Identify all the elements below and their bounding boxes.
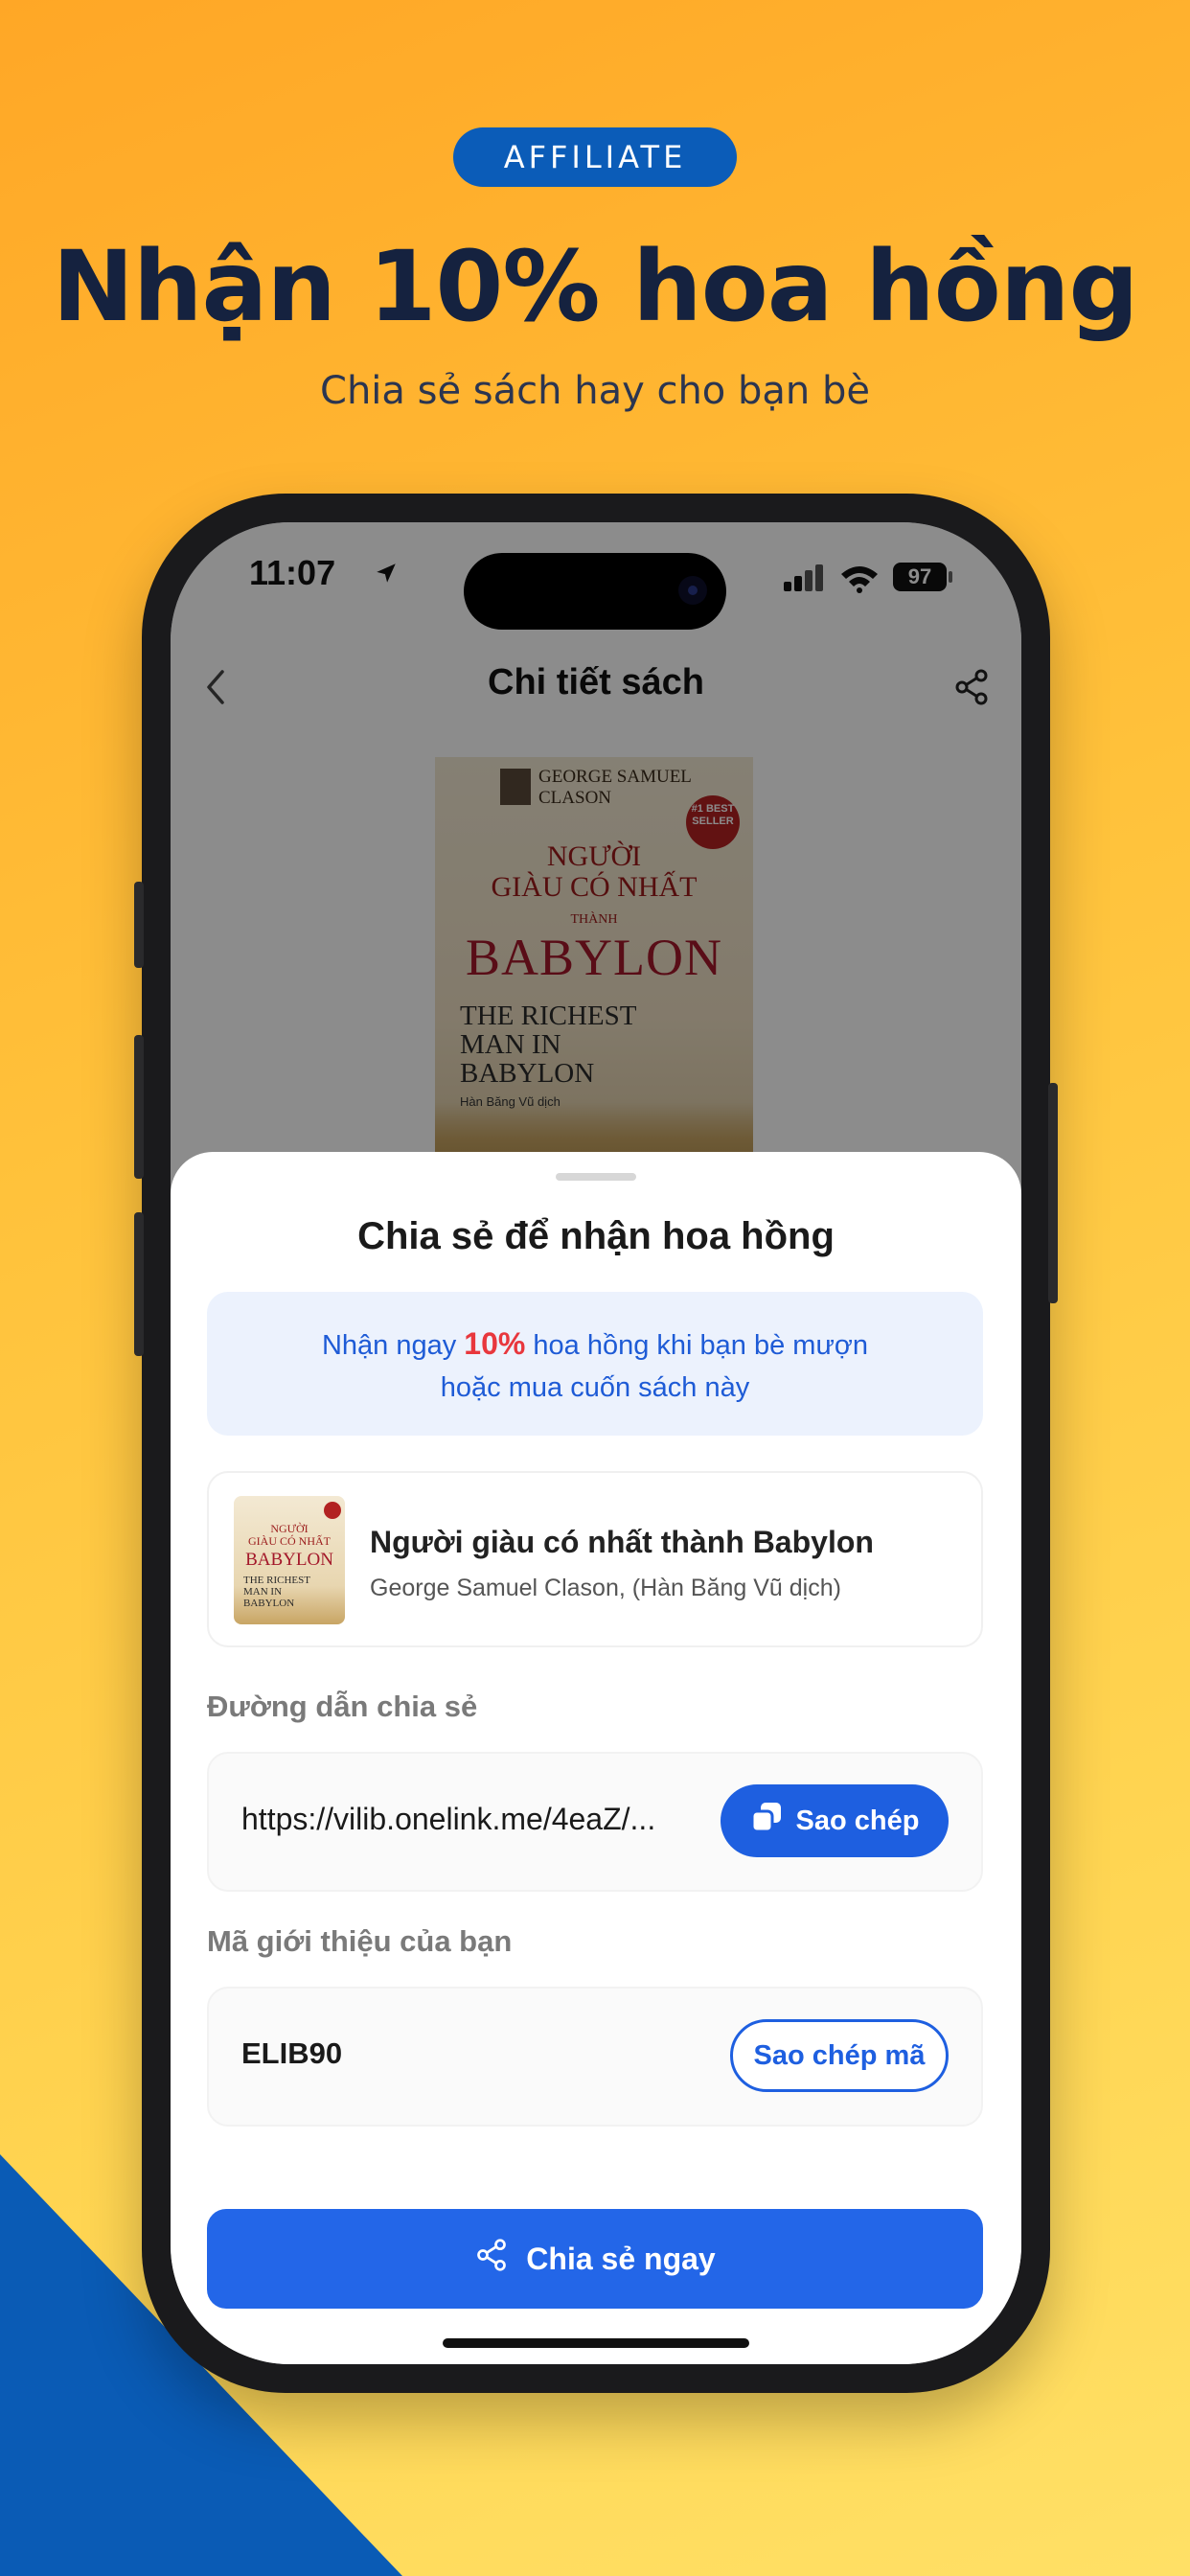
book-card: NGƯỜI GIÀU CÓ NHẤT BABYLON THE RICHEST MAN… bbox=[207, 1471, 983, 1647]
share-bottom-sheet: Chia sẻ để nhận hoa hồng Nhận ngay 10% h… bbox=[171, 1152, 1021, 2364]
share-link-field: https://vilib.onelink.me/4eaZ/... Sao ch… bbox=[207, 1752, 983, 1892]
copy-icon bbox=[750, 1801, 783, 1841]
phone-side-button bbox=[134, 882, 144, 968]
share-link-label: Đường dẫn chia sẻ bbox=[207, 1690, 478, 1723]
promo-subheadline: Chia sẻ sách hay cho bạn bè bbox=[320, 369, 870, 413]
share-link-value[interactable]: https://vilib.onelink.me/4eaZ/... bbox=[241, 1802, 655, 1837]
promo-text-line2: hoặc mua cuốn sách này bbox=[440, 1372, 750, 1403]
thumb-title-vi: NGƯỜI GIÀU CÓ NHẤT bbox=[248, 1522, 331, 1548]
phone-screen: 11:07 97 Chi tiết sách GEORGE SAMUEL CLA… bbox=[171, 522, 1021, 2364]
phone-frame: 11:07 97 Chi tiết sách GEORGE SAMUEL CLA… bbox=[134, 494, 1058, 2393]
phone-volume-up bbox=[134, 1035, 144, 1179]
promo-text-pre: Nhận ngay bbox=[321, 1330, 465, 1361]
share-now-label: Chia sẻ ngay bbox=[526, 2241, 716, 2276]
sheet-title: Chia sẻ để nhận hoa hồng bbox=[357, 1215, 835, 1257]
share-now-button[interactable]: Chia sẻ ngay bbox=[207, 2209, 983, 2309]
promo-headline: Nhận 10% hoa hồng bbox=[52, 230, 1139, 344]
copy-link-button[interactable]: Sao chép bbox=[721, 1784, 949, 1857]
book-title: Người giàu có nhất thành Babylon bbox=[370, 1525, 874, 1559]
referral-code-field: ELIB90 Sao chép mã bbox=[207, 1987, 983, 2127]
copy-link-label: Sao chép bbox=[795, 1805, 920, 1836]
promo-percent: 10% bbox=[464, 1326, 526, 1361]
promo-text-post: hoa hồng khi bạn bè mượn bbox=[525, 1330, 869, 1361]
affiliate-badge: AFFILIATE bbox=[453, 127, 737, 187]
sheet-drag-handle[interactable] bbox=[556, 1173, 636, 1181]
thumb-title-en: THE RICHEST MAN IN BABYLON bbox=[243, 1575, 310, 1609]
share-icon bbox=[474, 2238, 509, 2280]
phone-volume-down bbox=[134, 1212, 144, 1356]
book-thumbnail: NGƯỜI GIÀU CÓ NHẤT BABYLON THE RICHEST MAN… bbox=[234, 1496, 345, 1624]
book-author: George Samuel Clason, (Hàn Băng Vũ dịch) bbox=[370, 1575, 841, 1601]
thumb-badge bbox=[324, 1502, 341, 1519]
copy-code-button[interactable]: Sao chép mã bbox=[730, 2019, 949, 2092]
referral-code-label: Mã giới thiệu của bạn bbox=[207, 1924, 513, 1958]
home-indicator[interactable] bbox=[443, 2338, 749, 2348]
commission-info-box: Nhận ngay 10% hoa hồng khi bạn bè mượn h… bbox=[207, 1292, 983, 1436]
phone-power-button bbox=[1048, 1083, 1058, 1303]
referral-code-value[interactable]: ELIB90 bbox=[241, 2036, 342, 2071]
thumb-title-babylon: BABYLON bbox=[245, 1550, 333, 1570]
